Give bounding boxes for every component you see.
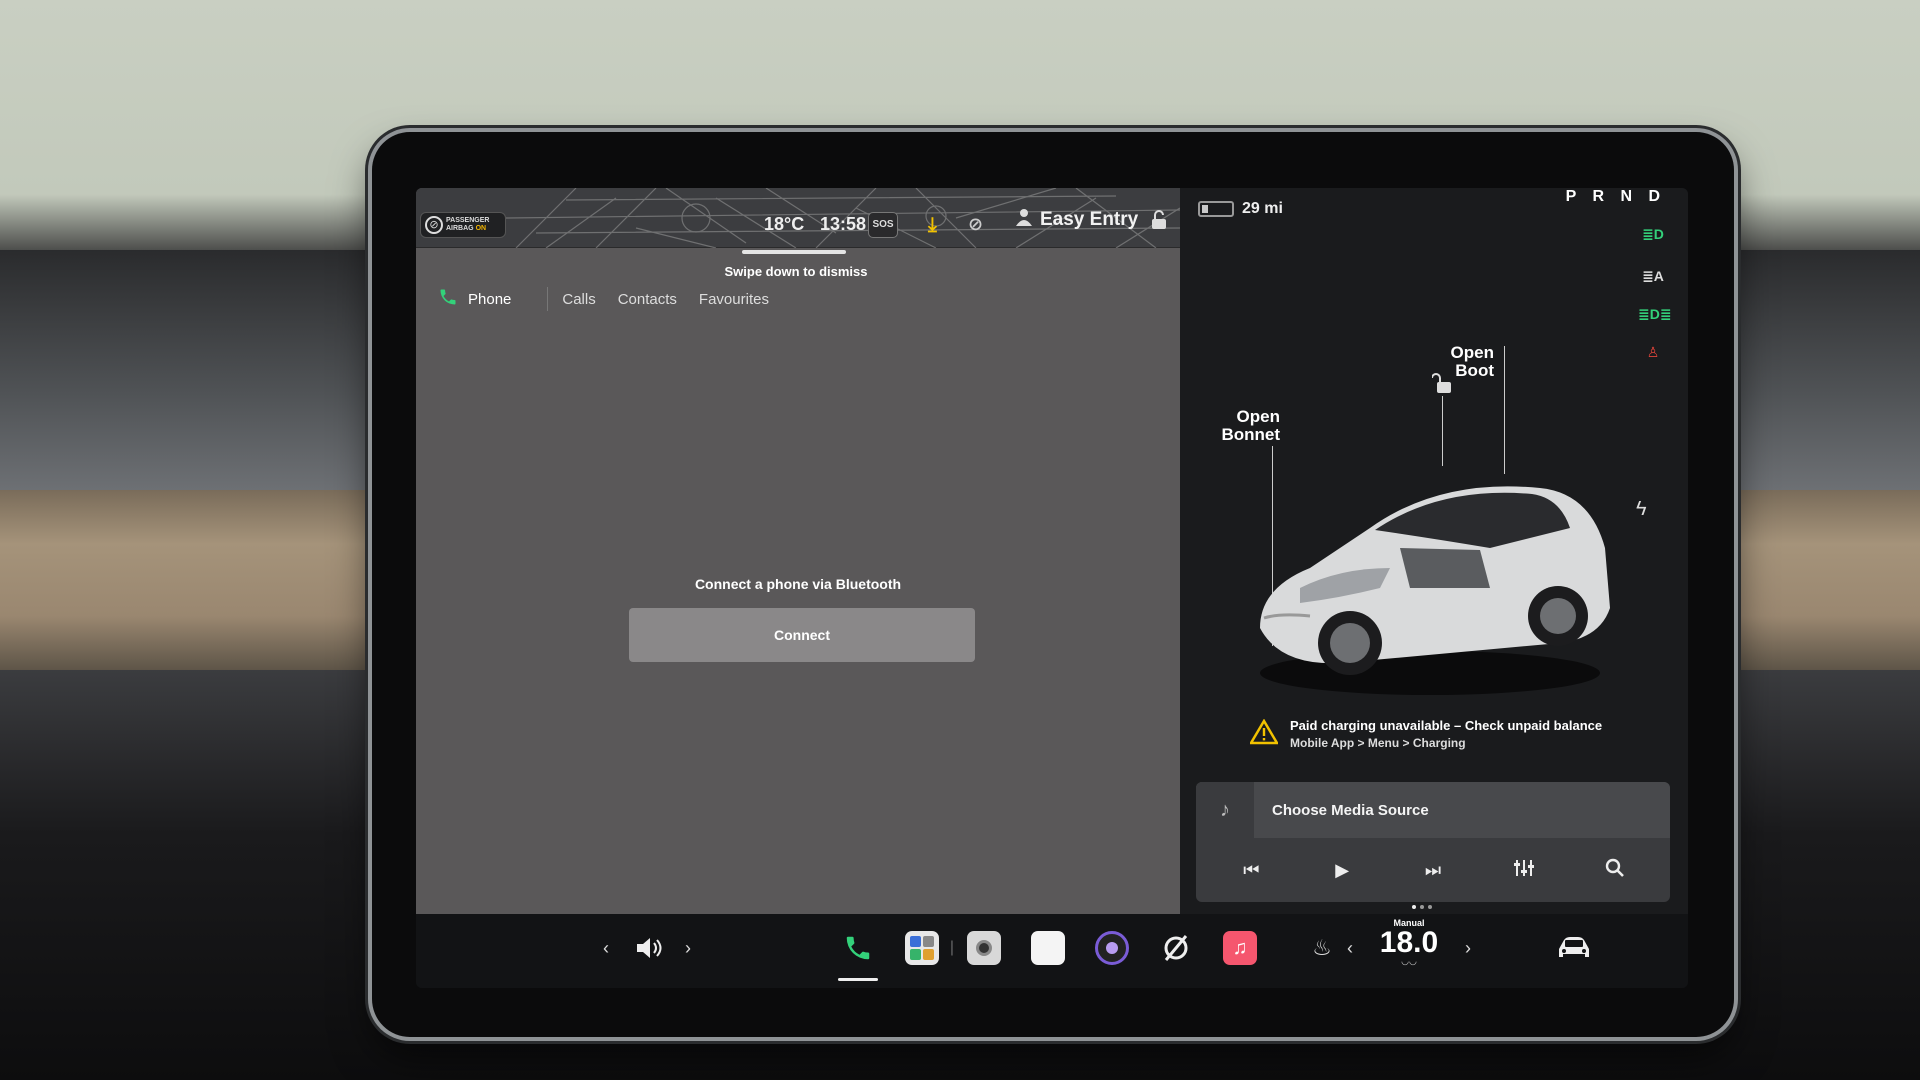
warning-title: Paid charging unavailable – Check unpaid… <box>1290 718 1603 733</box>
music-note-icon: ♪ <box>1196 782 1254 838</box>
media-player: ♪ Choose Media Source ⏮ ▶ ⏭ <box>1196 782 1670 902</box>
climate-control[interactable]: Manual 18.0 ◡◡ <box>1354 914 1464 988</box>
connect-button[interactable]: Connect <box>629 608 975 662</box>
page-indicator <box>1412 905 1432 909</box>
battery-icon <box>1198 201 1234 217</box>
airbag-prefix: AIRBAG <box>446 225 476 232</box>
next-track-icon[interactable]: ⏭ <box>1413 860 1453 881</box>
gear-selector: P R N D <box>1565 188 1666 205</box>
tab-divider <box>547 287 549 311</box>
phone-title: Phone <box>468 290 512 308</box>
active-app-indicator <box>838 978 878 981</box>
search-icon[interactable] <box>1595 858 1635 883</box>
phone-icon <box>438 287 458 311</box>
touchscreen: ⊘ PASSENGER AIRBAG ON 18°C 13:58 SOS ⤓ ⊘… <box>416 188 1688 988</box>
auto-headlights-icon[interactable]: ≣A <box>1638 264 1668 288</box>
open-boot-line1: Open <box>1450 343 1494 362</box>
temp-up-chevron-icon[interactable]: › <box>1460 928 1476 968</box>
page-dot <box>1428 905 1432 909</box>
battery-indicator: 29 mi <box>1198 200 1283 218</box>
music-app-icon[interactable]: ♫ <box>1220 928 1260 968</box>
cabin-temperature: 18.0 <box>1379 926 1439 959</box>
volume-down-chevron-icon[interactable]: ‹ <box>596 928 616 968</box>
passenger-airbag-indicator: ⊘ PASSENGER AIRBAG ON <box>420 212 506 238</box>
phone-tabs: Phone Calls Contacts Favourites <box>438 284 791 314</box>
charge-port-icon[interactable]: ϟ <box>1636 498 1647 521</box>
vehicle-panel: 29 mi P R N D ≣D ≣A ≣D≣ ♙ Open Bonnet Op… <box>1180 188 1688 914</box>
warning-path: Mobile App > Menu > Charging <box>1290 736 1466 750</box>
media-source-label: Choose Media Source <box>1272 801 1429 819</box>
download-icon[interactable]: ⤓ <box>928 214 937 237</box>
airbag-state-line: AIRBAG ON <box>446 225 489 233</box>
page-dot <box>1420 905 1424 909</box>
airbag-state: ON <box>475 225 487 232</box>
car-controls-icon[interactable] <box>1552 928 1596 968</box>
swipe-hint: Swipe down to dismiss <box>724 264 868 279</box>
airbag-icon: ⊘ <box>425 216 443 234</box>
tab-favourites[interactable]: Favourites <box>699 291 769 308</box>
driver-profile[interactable]: Easy Entry <box>1016 208 1138 232</box>
profile-icon <box>1016 208 1032 232</box>
seat-heater-icon[interactable]: ♨ <box>1304 928 1340 968</box>
open-bonnet-line1: Open <box>1236 407 1280 426</box>
range-text: 29 mi <box>1242 200 1283 217</box>
status-bar: ⊘ PASSENGER AIRBAG ON 18°C 13:58 SOS ⤓ ⊘… <box>416 188 1180 248</box>
tab-phone[interactable]: Phone <box>438 287 511 311</box>
sos-icon[interactable]: SOS <box>868 212 898 238</box>
notes-app-icon[interactable] <box>1028 928 1068 968</box>
headlights-icon[interactable]: ≣D <box>1638 222 1668 246</box>
app-launcher-icon[interactable] <box>902 928 942 968</box>
dismiss-handle[interactable] <box>742 250 846 254</box>
bluetooth-prompt: Connect a phone via Bluetooth <box>694 576 902 592</box>
tab-calls[interactable]: Calls <box>562 291 595 308</box>
fog-lights-icon[interactable]: ≣D≣ <box>1638 302 1672 326</box>
connectivity-off-icon[interactable]: ⊘ <box>968 214 983 235</box>
tab-contacts[interactable]: Contacts <box>618 291 677 308</box>
camera-app-icon[interactable] <box>964 928 1004 968</box>
warning-icon <box>1248 718 1280 750</box>
phone-panel: ⊘ PASSENGER AIRBAG ON 18°C 13:58 SOS ⤓ ⊘… <box>416 188 1180 914</box>
volume-up-chevron-icon[interactable]: › <box>678 928 698 968</box>
dock-separator: | <box>949 939 955 956</box>
profile-name: Easy Entry <box>1040 209 1139 230</box>
airbag-label: PASSENGER <box>446 217 490 224</box>
clock: 13:58 <box>820 214 867 234</box>
seatbelt-warning-icon: ♙ <box>1646 344 1660 360</box>
charging-warning[interactable]: Paid charging unavailable – Check unpaid… <box>1248 718 1603 750</box>
lock-icon[interactable] <box>1150 210 1168 235</box>
volume-icon[interactable] <box>630 928 670 968</box>
media-controls: ⏮ ▶ ⏭ <box>1196 838 1670 902</box>
vehicle-render <box>1240 438 1620 698</box>
play-icon[interactable]: ▶ <box>1322 860 1362 881</box>
phone-app-icon[interactable] <box>838 928 878 968</box>
seat-icon: ◡◡ <box>1401 956 1417 966</box>
media-source-selector[interactable]: ♪ Choose Media Source <box>1196 782 1670 838</box>
outside-temperature: 18°C <box>764 214 805 234</box>
door-unlock-icon[interactable] <box>1431 372 1454 399</box>
media-off-icon[interactable] <box>1156 928 1196 968</box>
page-dot <box>1412 905 1416 909</box>
tunein-app-icon[interactable] <box>1092 928 1132 968</box>
bottom-dock: ‹ › | ♫ ♨ ‹ Manual 18.0 ◡◡ › <box>416 914 1688 988</box>
equalizer-icon[interactable] <box>1504 858 1544 883</box>
previous-track-icon[interactable]: ⏮ <box>1231 860 1271 881</box>
